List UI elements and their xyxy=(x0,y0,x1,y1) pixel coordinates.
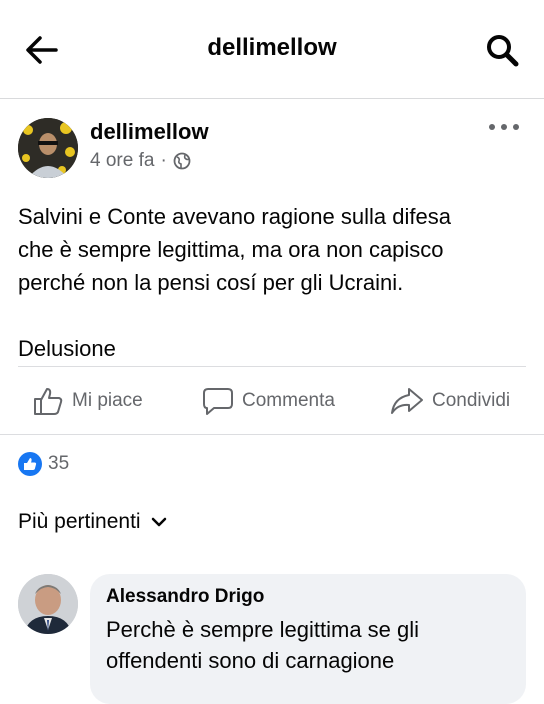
search-icon[interactable] xyxy=(482,30,522,70)
share-label: Condividi xyxy=(432,390,511,411)
comment-button[interactable]: Commenta xyxy=(202,378,335,424)
top-bar: dellimellow xyxy=(0,0,544,98)
share-icon xyxy=(391,388,423,414)
comments-sort-dropdown[interactable]: Più pertinenti xyxy=(18,510,167,534)
post-text-line: che è sempre legittima, ma ora non capis… xyxy=(18,237,444,262)
like-reaction-icon xyxy=(18,452,42,476)
author-avatar[interactable] xyxy=(18,118,78,178)
post-text-line: Delusione xyxy=(18,336,116,361)
comment-bubble[interactable]: Alessandro Drigo Perchè è sempre legitti… xyxy=(90,574,526,704)
comment-text-line: Perchè è sempre legittima se gli xyxy=(106,617,420,642)
comment-text: Perchè è sempre legittima se gli offende… xyxy=(106,614,506,676)
comment-icon xyxy=(203,388,233,415)
meta-separator: · xyxy=(160,150,167,171)
commenter-avatar[interactable] xyxy=(18,574,78,634)
comment-author-name[interactable]: Alessandro Drigo xyxy=(106,586,264,608)
post-author-name[interactable]: dellimellow xyxy=(90,119,209,145)
more-options-icon[interactable] xyxy=(486,118,522,136)
sort-label: Più pertinenti xyxy=(18,510,141,533)
post-meta: 4 ore fa · xyxy=(90,150,191,172)
reactions-count: 35 xyxy=(48,453,70,474)
divider xyxy=(0,434,544,435)
share-button[interactable]: Condividi xyxy=(390,378,510,424)
like-button[interactable]: Mi piace xyxy=(32,378,143,424)
page-title: dellimellow xyxy=(207,34,337,61)
reactions-summary[interactable]: 35 xyxy=(18,452,69,476)
post-body: Salvini e Conte avevano ragione sulla di… xyxy=(18,200,528,365)
like-label: Mi piace xyxy=(72,390,143,411)
thumbs-up-icon xyxy=(34,388,63,415)
post-actions: Mi piace Commenta Condividi xyxy=(0,378,544,428)
divider xyxy=(18,366,526,367)
comment-label: Commenta xyxy=(242,390,335,411)
comment-text-line: offendenti sono di carnagione xyxy=(106,648,395,673)
globe-icon xyxy=(173,152,191,170)
post-text-line: perché non la pensi cosí per gli Ucraini… xyxy=(18,270,404,295)
post-text-line: Salvini e Conte avevano ragione sulla di… xyxy=(18,204,451,229)
chevron-down-icon xyxy=(151,517,166,527)
header-divider xyxy=(0,98,544,99)
post-timestamp[interactable]: 4 ore fa xyxy=(90,150,154,172)
